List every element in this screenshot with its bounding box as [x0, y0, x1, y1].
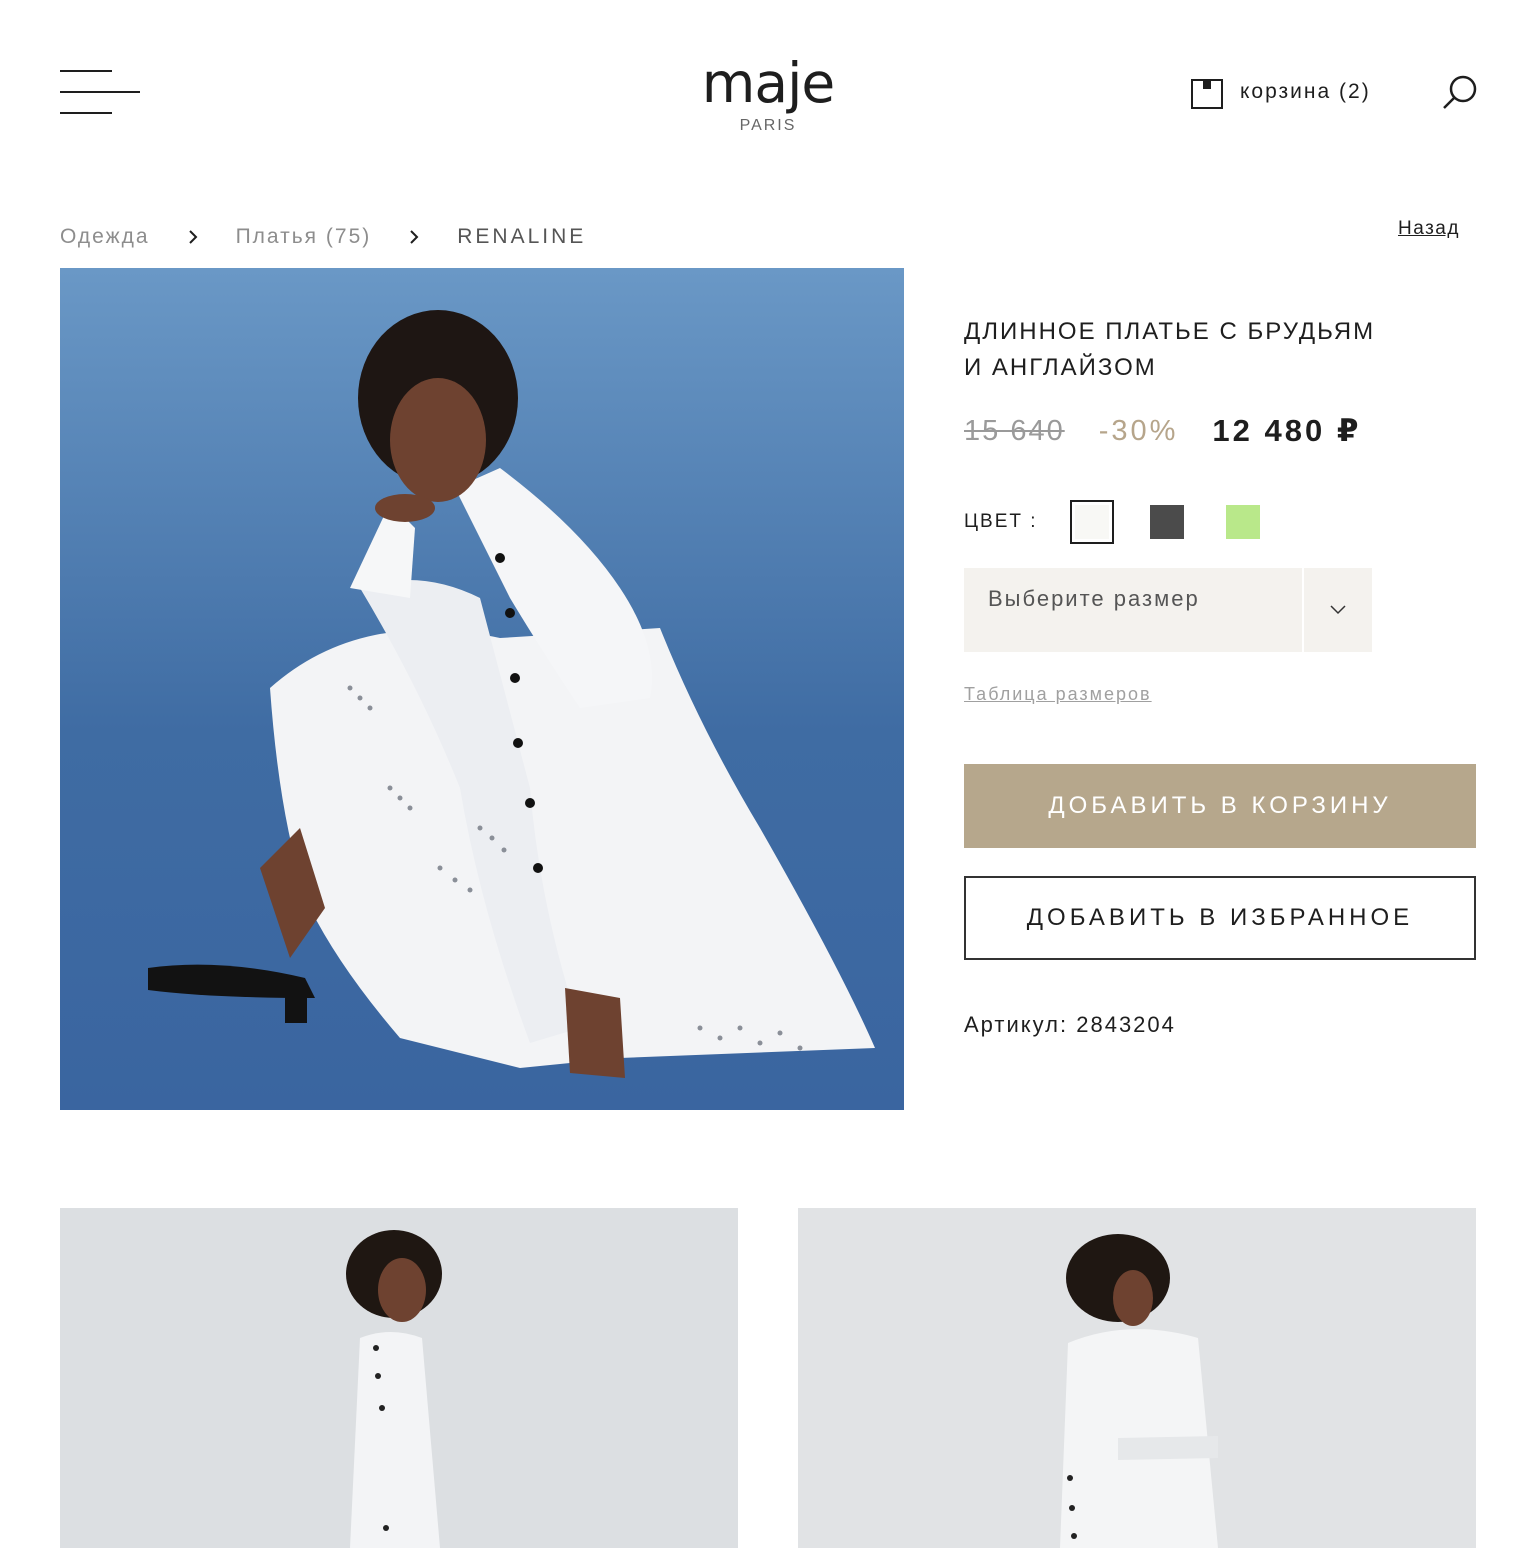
breadcrumb-current: RENALINE — [457, 225, 587, 248]
menu-line — [60, 91, 140, 93]
chevron-right-icon — [410, 230, 419, 244]
gallery-photo-side — [60, 1208, 738, 1548]
color-selector: ЦВЕТ : — [964, 500, 1302, 544]
cart-link[interactable]: корзина (2) — [1190, 74, 1371, 110]
chevron-right-icon — [188, 230, 197, 244]
breadcrumb-item-clothing[interactable]: Одежда — [60, 225, 150, 249]
product-title-line: И АНГЛАЙЗОМ — [964, 354, 1157, 381]
color-swatch-gray[interactable] — [1150, 505, 1184, 539]
menu-line — [60, 112, 112, 114]
back-link[interactable]: Назад — [1398, 218, 1460, 240]
size-select-toggle[interactable] — [1302, 568, 1372, 652]
size-chart-link[interactable]: Таблица размеров — [964, 684, 1152, 705]
breadcrumb-item-dresses[interactable]: Платья (75) — [236, 225, 372, 249]
product-title-line: ДЛИННОЕ ПЛАТЬЕ С БРУДЬЯМ — [964, 318, 1376, 345]
cart-label: корзина (2) — [1240, 80, 1371, 103]
size-select-value: Выберите размер — [988, 586, 1200, 611]
color-swatch-white[interactable] — [1070, 500, 1114, 544]
logo-wordmark: maje — [701, 51, 835, 115]
discount-badge: -30% — [1098, 414, 1179, 447]
gallery-photo-back — [798, 1208, 1476, 1548]
product-title: ДЛИННОЕ ПЛАТЬЕ С БРУДЬЯМ И АНГЛАЙЗОМ — [964, 314, 1424, 386]
price-row: 15 640 -30% 12 480 ₽ — [964, 410, 1361, 452]
old-price: 15 640 — [964, 414, 1065, 447]
chevron-down-icon — [1330, 605, 1346, 615]
add-to-favorites-button[interactable]: ДОБАВИТЬ В ИЗБРАННОЕ — [964, 876, 1476, 960]
swatch-fill — [1075, 505, 1109, 539]
gallery-image-side[interactable] — [60, 1208, 738, 1548]
search-icon[interactable] — [1440, 72, 1480, 112]
gallery-image-back[interactable] — [798, 1208, 1476, 1548]
brand-logo[interactable]: maje PARIS — [668, 52, 868, 136]
current-price: 12 480 ₽ — [1212, 413, 1362, 448]
product-photo — [60, 268, 904, 1110]
size-select[interactable]: Выберите размер — [964, 568, 1372, 652]
product-main-image[interactable] — [60, 268, 904, 1110]
color-swatch-green[interactable] — [1226, 505, 1260, 539]
add-to-cart-button[interactable]: ДОБАВИТЬ В КОРЗИНУ — [964, 764, 1476, 848]
cart-icon — [1191, 79, 1223, 109]
color-label: ЦВЕТ : — [964, 511, 1038, 532]
menu-line — [60, 70, 112, 72]
breadcrumb: Одежда Платья (75) RENALINE — [60, 222, 586, 252]
logo-subtitle: PARIS — [739, 117, 797, 134]
menu-icon[interactable] — [60, 70, 142, 116]
product-sku: Артикул: 2843204 — [964, 1012, 1176, 1037]
